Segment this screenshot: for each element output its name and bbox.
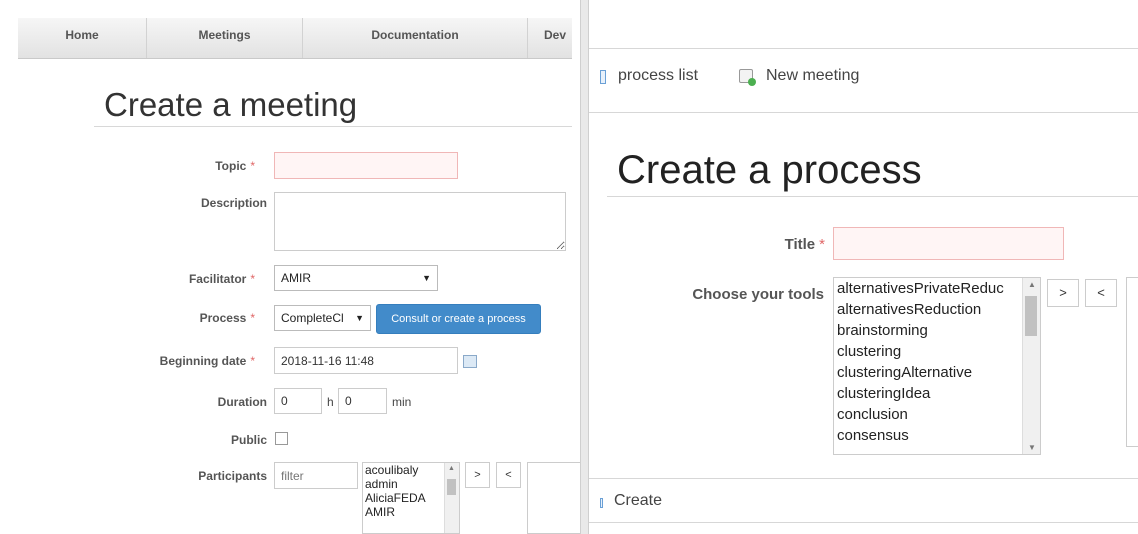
nav-meetings[interactable]: Meetings <box>147 18 303 58</box>
list-item[interactable]: clusteringAlternative <box>834 362 1040 383</box>
nav-home[interactable]: Home <box>18 18 147 58</box>
create-meeting-panel: Home Meetings Documentation Dev Create a… <box>0 0 580 534</box>
list-item[interactable]: clustering <box>834 341 1040 362</box>
choose-tools-label: Choose your tools <box>692 286 824 303</box>
beginning-date-label: Beginning date * <box>130 354 255 368</box>
scroll-down-icon[interactable]: ▼ <box>1028 443 1036 452</box>
facilitator-label: Facilitator * <box>150 272 255 286</box>
required-mark: * <box>250 159 255 173</box>
links-rule <box>589 112 1138 113</box>
list-item[interactable]: alternativesPrivateReduc <box>834 278 1040 299</box>
calendar-icon[interactable] <box>463 355 477 368</box>
add-tool-button[interactable]: > <box>1047 279 1079 307</box>
add-participant-button[interactable]: > <box>465 462 490 488</box>
list-item[interactable]: brainstorming <box>834 320 1040 341</box>
title-divider <box>607 196 1138 197</box>
create-process-panel: process list New meeting Create a proces… <box>589 0 1138 534</box>
participants-scrollbar[interactable]: ▲ <box>444 463 459 533</box>
bottom-rule <box>589 522 1138 523</box>
scroll-thumb[interactable] <box>447 479 456 495</box>
public-label: Public <box>230 433 267 447</box>
list-item[interactable]: conclusion <box>834 404 1040 425</box>
required-mark: * <box>819 236 825 253</box>
nav-documentation[interactable]: Documentation <box>303 18 528 58</box>
create-button[interactable]: Create <box>614 492 662 510</box>
required-mark: * <box>250 272 255 286</box>
page-title: Create a process <box>617 148 922 192</box>
duration-label: Duration <box>217 395 267 409</box>
new-meeting-icon <box>739 69 756 86</box>
selected-participants-listbox[interactable] <box>527 462 580 534</box>
selected-tools-listbox[interactable] <box>1126 277 1138 447</box>
list-item[interactable]: alternativesReduction <box>834 299 1040 320</box>
scroll-up-icon[interactable]: ▲ <box>1028 280 1036 289</box>
participants-filter-input[interactable] <box>274 462 358 489</box>
topic-input[interactable] <box>274 152 458 179</box>
process-label: Process * <box>150 311 255 325</box>
title-label: Title * <box>719 236 825 253</box>
footer-rule <box>589 478 1138 479</box>
scroll-thumb[interactable] <box>1025 296 1037 336</box>
hours-unit: h <box>327 395 334 409</box>
required-mark: * <box>250 311 255 325</box>
remove-tool-button[interactable]: < <box>1085 279 1117 307</box>
description-label: Description <box>200 196 267 210</box>
top-rule <box>589 48 1138 49</box>
document-icon <box>600 70 606 84</box>
tools-scrollbar[interactable]: ▲ ▼ <box>1022 278 1040 454</box>
select-arrow-icon: ▼ <box>353 306 364 330</box>
title-divider <box>94 126 572 127</box>
list-item[interactable]: consensus <box>834 425 1040 446</box>
select-arrow-icon: ▼ <box>422 273 431 283</box>
facilitator-select[interactable]: AMIR ▼ <box>274 265 438 291</box>
public-checkbox[interactable] <box>275 432 288 445</box>
new-meeting-link[interactable]: New meeting <box>766 67 859 85</box>
tools-listbox[interactable]: alternativesPrivateReduc alternativesRed… <box>833 277 1041 455</box>
description-textarea[interactable] <box>274 192 566 251</box>
consult-process-button[interactable]: Consult or create a process <box>376 304 541 334</box>
process-select[interactable]: CompleteCl ▼ <box>274 305 371 331</box>
required-mark: * <box>250 354 255 368</box>
process-value: CompleteCl <box>281 311 344 325</box>
process-title-input[interactable] <box>833 227 1064 260</box>
duration-minutes-input[interactable] <box>338 388 387 414</box>
minutes-unit: min <box>392 395 412 409</box>
remove-participant-button[interactable]: < <box>496 462 521 488</box>
beginning-date-input[interactable] <box>274 347 458 374</box>
title-label-text: Title <box>784 236 816 253</box>
list-item[interactable]: clusteringIdea <box>834 383 1040 404</box>
process-label-text: Process <box>199 311 247 325</box>
nav-dev[interactable]: Dev <box>528 18 572 58</box>
create-icon <box>600 498 603 508</box>
topic-label-text: Topic <box>215 159 247 173</box>
page-title: Create a meeting <box>104 86 358 123</box>
participants-label: Participants <box>198 469 267 483</box>
duration-hours-input[interactable] <box>274 388 322 414</box>
top-navbar: Home Meetings Documentation Dev <box>18 18 572 59</box>
facilitator-value: AMIR <box>281 271 311 285</box>
facilitator-label-text: Facilitator <box>188 272 247 286</box>
topic-label: Topic * <box>150 159 255 173</box>
panel-divider <box>580 0 589 534</box>
scroll-up-icon[interactable]: ▲ <box>448 465 455 472</box>
process-list-link[interactable]: process list <box>618 67 698 85</box>
beginning-date-label-text: Beginning date <box>159 354 247 368</box>
participants-listbox[interactable]: acoulibaly admin AliciaFEDA AMIR ▲ <box>362 462 460 534</box>
